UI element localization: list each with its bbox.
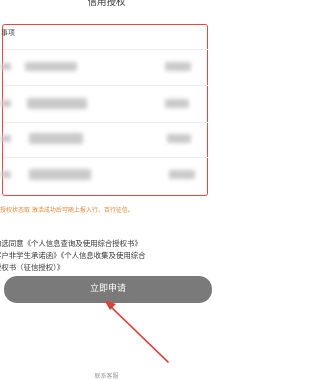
list-item[interactable]	[1, 94, 208, 114]
apply-now-button[interactable]: 立即申请	[4, 276, 212, 303]
agreement-line-2[interactable]: 客户非学生承诺函》《个人信息收集及使用综合	[0, 250, 218, 262]
agreement-text[interactable]: 勾选同意《个人信息查询及使用综合授权书》 客户非学生承诺函》《个人信息收集及使用…	[0, 238, 218, 274]
redacted-label	[1, 171, 11, 178]
redacted-value	[25, 62, 77, 71]
redacted-status	[169, 170, 195, 179]
authorization-card: 事项	[1, 24, 208, 196]
list-item[interactable]	[1, 165, 208, 185]
redacted-value	[27, 98, 87, 109]
divider	[3, 122, 208, 123]
redacted-label	[1, 63, 11, 70]
card-header-label: 事项	[1, 29, 15, 37]
agreement-line-1[interactable]: 勾选同意《个人信息查询及使用综合授权书》	[0, 238, 218, 250]
divider	[3, 157, 208, 158]
redacted-status	[167, 134, 191, 143]
divider	[3, 85, 208, 86]
list-item[interactable]	[1, 57, 208, 77]
redacted-status	[165, 99, 189, 108]
redacted-value	[29, 169, 91, 180]
page-title: 信用授权	[87, 0, 126, 8]
list-item[interactable]	[1, 129, 208, 149]
redacted-value	[29, 133, 83, 144]
divider	[3, 49, 208, 50]
agreement-line-3[interactable]: 授权书（征信授权）》	[0, 262, 218, 274]
redacted-status	[165, 62, 191, 71]
contact-service-link[interactable]: 联系客服	[0, 371, 213, 379]
notice-text: 授权状态取 激活成功后可随上报入行、百行征信。	[0, 207, 134, 214]
redacted-label	[1, 100, 11, 107]
redacted-label	[1, 135, 11, 142]
